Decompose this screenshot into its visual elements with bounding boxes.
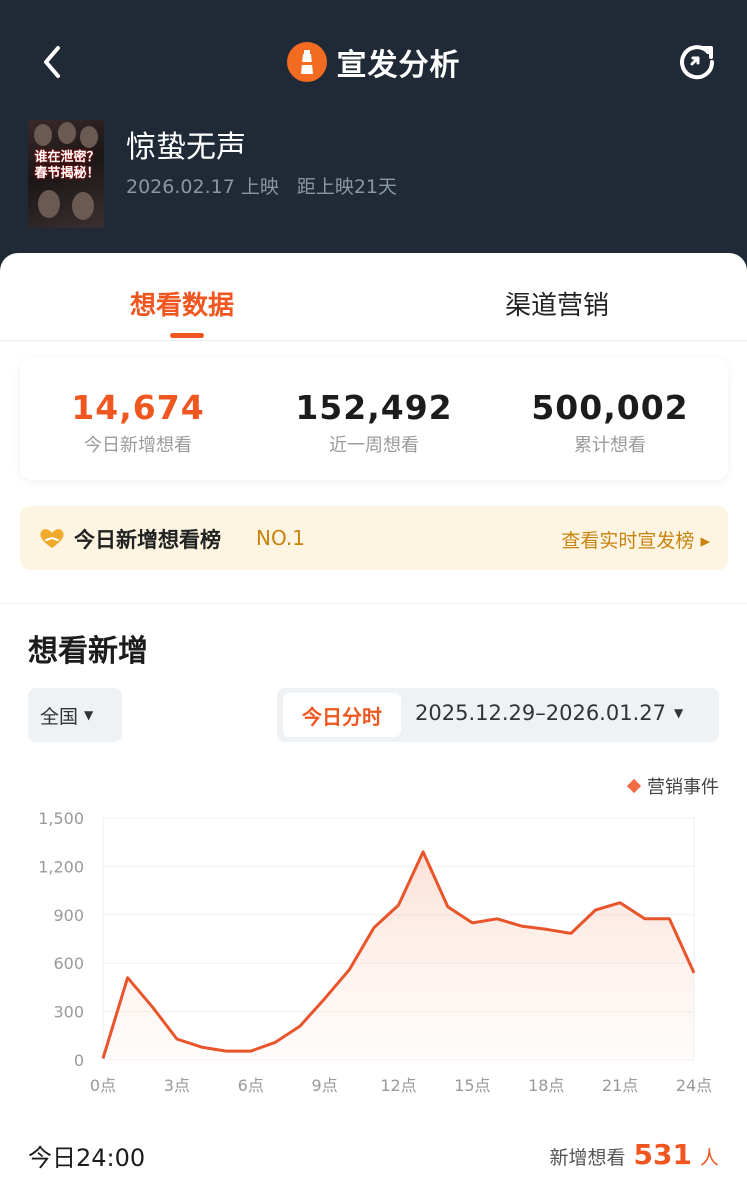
data-point <box>569 931 573 935</box>
date-range-value: 2025.12.29–2026.01.27 <box>415 701 666 725</box>
release-countdown: 距上映21天 <box>296 176 398 198</box>
stat-today-new: 14,674 今日新增想看 <box>20 388 256 457</box>
refresh-icon[interactable] <box>676 40 718 82</box>
date-filter-group: 今日分时 2025.12.29–2026.01.27 ▼ <box>277 688 719 742</box>
stat-total: 500,002 累计想看 <box>492 388 728 457</box>
data-point <box>273 1040 277 1044</box>
heart-hand-icon <box>38 526 66 550</box>
data-point <box>643 917 647 921</box>
rank-label: 今日新增想看榜 <box>74 528 221 552</box>
want-to-see-chart[interactable]: 1,500 1,200 900 600 300 0 0点 3点 6点 9点 12点 15点 18点 21… <box>0 800 747 1100</box>
poster-figure <box>34 124 52 146</box>
legend-label: 营销事件 <box>647 777 719 798</box>
data-point <box>692 971 696 975</box>
data-point <box>544 927 548 931</box>
data-point <box>446 905 450 909</box>
data-point <box>126 976 130 980</box>
region-value: 全国 <box>40 705 79 728</box>
stat-value: 14,674 <box>71 388 205 427</box>
footer-time: 今日24:00 <box>28 1144 146 1172</box>
rank-value: NO.1 <box>256 526 305 550</box>
stat-label: 累计想看 <box>574 435 646 456</box>
data-point <box>150 1005 154 1009</box>
app-title-bar: 宣发分析 <box>0 38 747 86</box>
page-title: 宣发分析 <box>336 48 461 83</box>
x-tick-label: 24点 <box>676 1076 712 1095</box>
x-tick-label: 12点 <box>380 1076 416 1095</box>
poster-figure <box>80 126 98 148</box>
poster-tagline: 谁在泄密？春节揭秘！ <box>34 150 100 181</box>
new-label: 新增想看 <box>549 1147 626 1169</box>
data-point <box>421 850 425 854</box>
stat-value: 152,492 <box>295 388 453 427</box>
x-tick-label: 6点 <box>238 1076 264 1095</box>
x-tick-label: 0点 <box>90 1076 116 1095</box>
data-point <box>667 917 671 921</box>
legend-diamond-icon <box>626 778 642 794</box>
data-point <box>200 1045 204 1049</box>
poster-figure <box>72 192 94 220</box>
data-point <box>298 1024 302 1028</box>
x-tick-label: 3点 <box>164 1076 190 1095</box>
data-point <box>470 921 474 925</box>
chart-legend: 营销事件 <box>626 773 719 799</box>
caret-down-icon: ▼ <box>84 708 94 722</box>
poster-figure <box>58 122 76 144</box>
stat-label: 今日新增想看 <box>84 435 192 456</box>
y-tick-label: 1,500 <box>38 809 84 828</box>
footer-new-count: 新增想看 531 人 <box>550 1138 719 1171</box>
y-tick-label: 1,200 <box>38 857 84 876</box>
region-select[interactable]: 全国 ▼ <box>28 688 122 742</box>
data-point <box>495 917 499 921</box>
caret-down-icon: ▼ <box>673 706 684 720</box>
y-tick-label: 0 <box>74 1051 84 1070</box>
new-value: 531 <box>633 1138 692 1171</box>
y-tick-label: 300 <box>53 1003 84 1022</box>
tab-channel-marketing[interactable]: 渠道营销 <box>505 285 609 322</box>
stats-card: 14,674 今日新增想看 152,492 近一周想看 500,002 累计想看 <box>20 358 728 480</box>
lighthouse-icon <box>286 42 327 82</box>
data-point <box>397 903 401 907</box>
stat-week: 152,492 近一周想看 <box>256 388 492 457</box>
chart-area <box>103 851 694 1060</box>
release-date: 2026.02.17 上映 <box>126 176 279 198</box>
movie-meta: 2026.02.17 上映 距上映21天 <box>126 172 397 199</box>
data-point <box>372 926 376 930</box>
x-tick-label: 15点 <box>454 1076 490 1095</box>
date-range-select[interactable]: 2025.12.29–2026.01.27 ▼ <box>415 701 683 725</box>
today-hourly-button[interactable]: 今日分时 <box>283 693 401 737</box>
tab-divider <box>0 340 747 341</box>
data-point <box>101 1056 105 1060</box>
section-title: 想看新增 <box>28 634 148 669</box>
data-point <box>323 997 327 1001</box>
x-tick-label: 21点 <box>602 1076 638 1095</box>
new-unit: 人 <box>699 1147 719 1169</box>
data-point <box>520 924 524 928</box>
data-point <box>224 1049 228 1053</box>
movie-poster[interactable]: 谁在泄密？春节揭秘！ <box>28 120 104 228</box>
x-tick-label: 9点 <box>312 1076 338 1095</box>
data-point <box>175 1037 179 1041</box>
active-tab-indicator <box>170 333 204 338</box>
data-point <box>618 901 622 905</box>
data-point <box>347 968 351 972</box>
poster-figure <box>38 190 60 218</box>
y-tick-label: 900 <box>53 906 84 925</box>
data-point <box>594 908 598 912</box>
view-realtime-rank-link[interactable]: 查看实时宣发榜 ▸ <box>561 526 710 553</box>
tab-want-data[interactable]: 想看数据 <box>130 285 234 322</box>
movie-title: 惊蛰无声 <box>126 130 246 165</box>
stat-label: 近一周想看 <box>329 435 419 456</box>
stat-value: 500,002 <box>531 388 689 427</box>
rank-banner[interactable]: 今日新增想看榜 NO.1 查看实时宣发榜 ▸ <box>20 506 728 570</box>
data-point <box>249 1049 253 1053</box>
y-tick-label: 600 <box>53 954 84 973</box>
x-tick-label: 18点 <box>528 1076 564 1095</box>
